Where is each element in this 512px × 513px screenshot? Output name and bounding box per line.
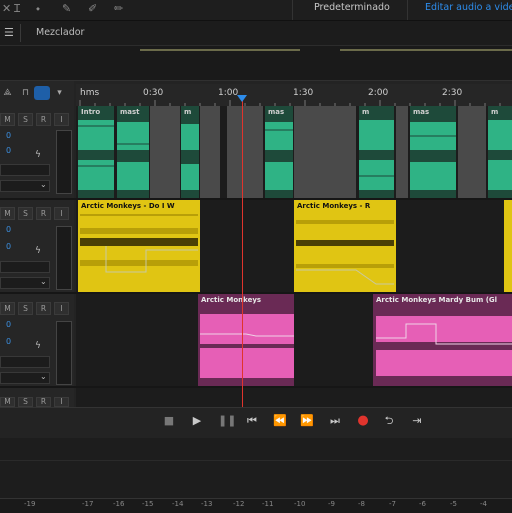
mute-button[interactable]: M	[0, 302, 15, 315]
divider	[20, 24, 21, 42]
brush-icon[interactable]: ✎	[62, 2, 71, 16]
text-cursor-icon[interactable]: Ɪ	[14, 2, 20, 16]
loop-icon[interactable]: ⮌	[382, 414, 396, 428]
divider	[407, 0, 408, 20]
db-tick: -10	[294, 500, 306, 508]
overview-range	[340, 49, 512, 51]
waveform-track-1	[78, 120, 512, 190]
input-monitor-button[interactable]: I	[54, 397, 69, 407]
solo-button[interactable]: S	[18, 397, 33, 407]
db-tick: -4	[480, 500, 487, 508]
waveform-icon[interactable]: ⟁	[2, 88, 13, 98]
record-arm-button[interactable]: R	[36, 302, 51, 315]
ruler-tick: 0:30	[143, 88, 164, 98]
db-tick: -8	[358, 500, 365, 508]
chevron-down-icon[interactable]: ⌄	[40, 180, 47, 189]
level-meter	[56, 226, 72, 290]
db-tick: -12	[233, 500, 245, 508]
ruler-tick: 1:30	[293, 88, 314, 98]
divider	[0, 460, 512, 461]
stop-icon[interactable]: ■	[162, 414, 176, 428]
go-to-start-icon[interactable]: ⏮	[245, 414, 259, 428]
pause-icon[interactable]: ❚❚	[218, 414, 236, 428]
input-select[interactable]	[0, 356, 50, 368]
ruler-tick: 2:00	[368, 88, 389, 98]
edit-video-link[interactable]: Editar audio a video	[425, 2, 512, 13]
level-meter	[56, 130, 72, 194]
db-tick: -9	[328, 500, 335, 508]
input-select[interactable]	[0, 164, 50, 176]
skip-selection-icon[interactable]: ⇥	[410, 414, 424, 428]
levels-panel	[0, 438, 512, 498]
timeline-icon[interactable]: ⊓	[20, 88, 31, 98]
track-lane[interactable]	[76, 388, 512, 407]
solo-button[interactable]: S	[18, 302, 33, 315]
solo-button[interactable]: S	[18, 207, 33, 220]
ruler-unit: hms	[80, 88, 100, 98]
input-select[interactable]	[0, 261, 50, 273]
ruler-tick: 1:00	[218, 88, 239, 98]
record-arm-button[interactable]: R	[36, 113, 51, 126]
solo-button[interactable]: S	[18, 113, 33, 126]
db-tick: -16	[113, 500, 125, 508]
pan-value[interactable]: 0	[6, 337, 11, 346]
eraser-icon[interactable]: ✏	[114, 2, 123, 16]
chevron-down-icon[interactable]: ⌄	[40, 372, 47, 381]
volume-value[interactable]: 0	[6, 131, 11, 140]
db-tick: -15	[142, 500, 154, 508]
pan-value[interactable]: 0	[6, 146, 11, 155]
playhead-marker-icon[interactable]	[237, 95, 247, 102]
volume-value[interactable]: 0	[6, 320, 11, 329]
waveform-track-3	[200, 314, 512, 378]
panel-menu-icon[interactable]: ☰	[4, 26, 14, 39]
close-icon[interactable]: ✕	[2, 2, 11, 16]
level-meter	[56, 321, 72, 385]
db-tick: -13	[201, 500, 213, 508]
db-tick: -7	[389, 500, 396, 508]
mute-button[interactable]: M	[0, 113, 15, 126]
pencil-icon[interactable]: ✐	[88, 2, 97, 16]
db-tick: -17	[82, 500, 94, 508]
mute-button[interactable]: M	[0, 397, 15, 407]
divider	[292, 0, 293, 20]
mute-button[interactable]: M	[0, 207, 15, 220]
volume-value[interactable]: 0	[6, 225, 11, 234]
input-monitor-button[interactable]: I	[54, 302, 69, 315]
go-to-end-icon[interactable]: ⏭	[328, 414, 342, 428]
db-tick: -6	[419, 500, 426, 508]
overview-range	[140, 49, 300, 51]
db-tick: -11	[262, 500, 274, 508]
db-tick: -14	[172, 500, 184, 508]
workspace-selector[interactable]: Predeterminado	[314, 2, 390, 13]
db-tick: -5	[450, 500, 457, 508]
chevron-down-icon[interactable]: ⌄	[40, 277, 47, 286]
input-monitor-button[interactable]: I	[54, 207, 69, 220]
ruler-tick: 2:30	[442, 88, 463, 98]
headphones-icon[interactable]	[34, 86, 50, 100]
fx-power-icon[interactable]: ϟ	[35, 150, 41, 160]
waveform-track-2	[80, 214, 394, 285]
tab-mixer[interactable]: Mezclador	[36, 27, 84, 38]
session-overview[interactable]	[0, 46, 512, 81]
record-icon[interactable]: ●	[356, 414, 370, 428]
input-monitor-button[interactable]: I	[54, 113, 69, 126]
ruler-ticks	[79, 100, 501, 106]
play-icon[interactable]: ▶	[190, 414, 204, 428]
marker-icon[interactable]: ▾	[54, 88, 65, 98]
fx-power-icon[interactable]: ϟ	[35, 246, 41, 256]
playhead[interactable]	[242, 96, 243, 407]
rewind-icon[interactable]: ⏪	[273, 414, 287, 428]
db-scale	[0, 498, 512, 513]
record-arm-button[interactable]: R	[36, 397, 51, 407]
brush-icon[interactable]: ⬩	[36, 2, 40, 16]
fast-forward-icon[interactable]: ⏩	[300, 414, 314, 428]
record-arm-button[interactable]: R	[36, 207, 51, 220]
fx-power-icon[interactable]: ϟ	[35, 341, 41, 351]
db-tick: -19	[24, 500, 36, 508]
pan-value[interactable]: 0	[6, 242, 11, 251]
